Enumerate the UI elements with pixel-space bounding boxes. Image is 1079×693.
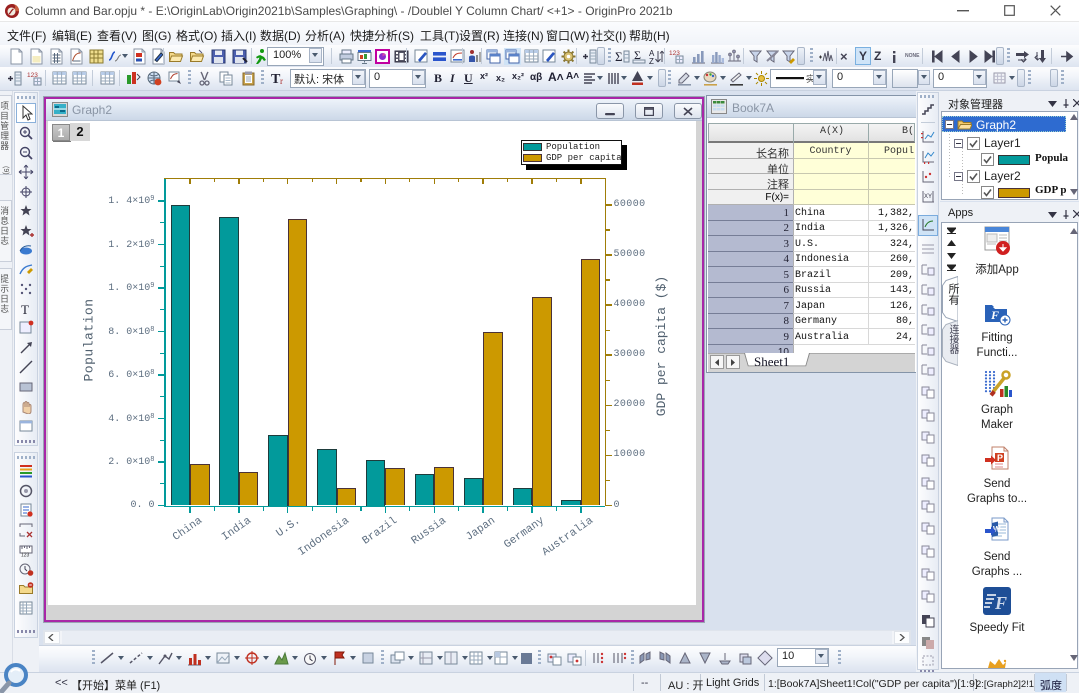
svg-text:P: P bbox=[997, 453, 1003, 463]
svg-text:r: r bbox=[280, 76, 283, 86]
svg-text:XY: XY bbox=[924, 194, 932, 200]
svg-text:Z: Z bbox=[649, 57, 654, 65]
svg-text:F: F bbox=[990, 308, 999, 322]
svg-text:F: F bbox=[994, 593, 1007, 613]
svg-text:Σ: Σ bbox=[615, 49, 623, 64]
svg-text:T: T bbox=[21, 302, 29, 317]
svg-text:123: 123 bbox=[21, 553, 30, 558]
